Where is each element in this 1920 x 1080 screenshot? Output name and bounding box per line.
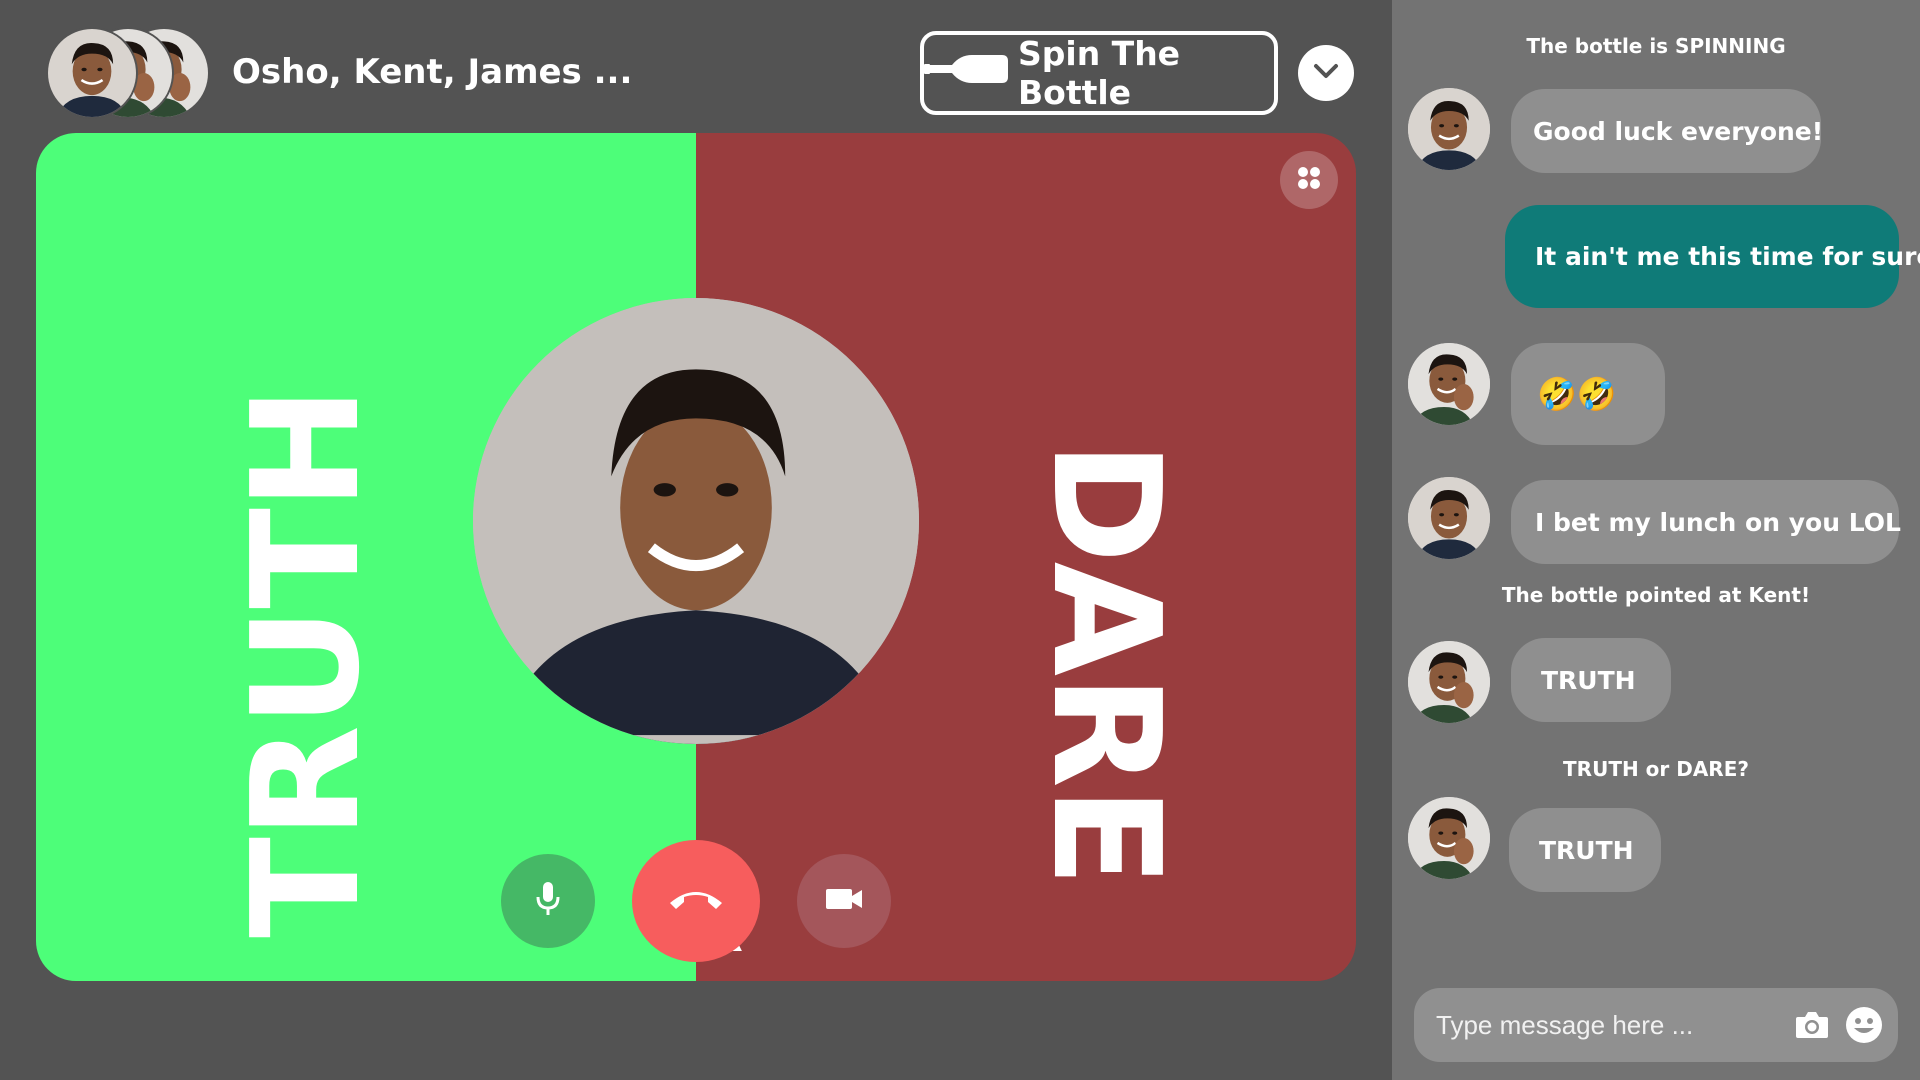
- avatar: [1408, 88, 1490, 170]
- message-text: 🤣🤣: [1537, 375, 1617, 413]
- chat-bubble: TRUTH: [1511, 638, 1671, 722]
- truth-label: TRUTH: [220, 388, 392, 938]
- grid-view-icon: [1295, 164, 1323, 196]
- system-message: The bottle pointed at Kent!: [1501, 583, 1811, 607]
- bottle-icon: [924, 51, 1008, 95]
- message-text: TRUTH: [1541, 665, 1636, 695]
- mic-button[interactable]: [501, 854, 595, 948]
- dropdown-button[interactable]: [1298, 45, 1354, 101]
- end-call-button[interactable]: [632, 840, 760, 962]
- chat-panel: The bottle is SPINNING Good luck everyon…: [1392, 0, 1920, 1080]
- message-text: I bet my lunch on you LOL: [1535, 507, 1901, 537]
- chat-bubble-outgoing: It ain't me this time for sure: [1505, 205, 1920, 308]
- message-text: Good luck everyone!: [1533, 116, 1824, 146]
- mic-icon: [535, 880, 561, 922]
- spin-the-bottle-button[interactable]: Spin The Bottle: [920, 31, 1278, 115]
- participants-title: Osho, Kent, James ...: [232, 52, 633, 92]
- participant-avatars[interactable]: [46, 27, 216, 119]
- chat-bubble: Good luck everyone!: [1511, 89, 1824, 173]
- avatar: [46, 27, 138, 119]
- chevron-down-icon: [1313, 63, 1339, 83]
- chat-bubble: TRUTH: [1509, 808, 1661, 892]
- chat-bubble: 🤣🤣: [1511, 343, 1665, 445]
- avatar: [1408, 641, 1490, 723]
- dare-label: DARE: [1020, 440, 1192, 886]
- message-input-bar: [1414, 988, 1898, 1062]
- emoji-icon[interactable]: [1844, 1005, 1884, 1045]
- truth-or-dare-panel: TRUTH DARE OR: [36, 133, 1356, 981]
- system-message: TRUTH or DARE?: [1563, 757, 1749, 781]
- chat-bubble: I bet my lunch on you LOL: [1511, 480, 1901, 564]
- video-toggle-button[interactable]: [797, 854, 891, 948]
- avatar: [1408, 343, 1490, 425]
- spin-button-label: Spin The Bottle: [1018, 34, 1181, 112]
- message-input[interactable]: [1436, 1009, 1780, 1041]
- message-text: TRUTH: [1539, 835, 1634, 865]
- system-message: The bottle is SPINNING: [1526, 34, 1786, 58]
- avatar: [1408, 797, 1490, 879]
- camera-icon[interactable]: [1792, 1005, 1832, 1045]
- grid-view-button[interactable]: [1280, 151, 1338, 209]
- participant-video: [473, 298, 919, 744]
- message-text: It ain't me this time for sure: [1535, 242, 1920, 271]
- video-camera-icon: [825, 886, 863, 916]
- end-call-icon: [666, 885, 726, 917]
- avatar: [1408, 477, 1490, 559]
